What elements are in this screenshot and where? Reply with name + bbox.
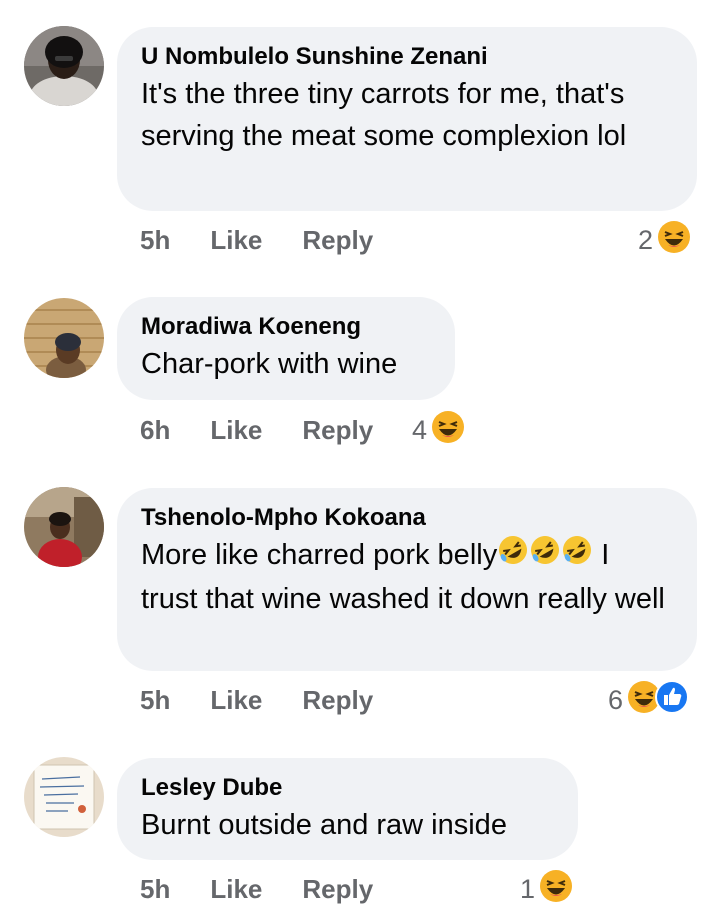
reaction-summary[interactable]: 6 (608, 679, 690, 721)
comment-actions: 5h Like Reply (140, 680, 373, 720)
comment-actions: 5h Like Reply (140, 220, 373, 260)
reaction-count: 1 (520, 873, 536, 904)
comment-text: Burnt outside and raw inside (141, 809, 507, 841)
like-icon (655, 679, 690, 721)
haha-icon (431, 410, 465, 451)
timestamp[interactable]: 5h (140, 874, 170, 905)
like-button[interactable]: Like (210, 685, 262, 716)
comment-bubble[interactable]: Moradiwa Koeneng Char-pork with wine (117, 297, 455, 400)
comment-bubble[interactable]: Lesley Dube Burnt outside and raw inside (117, 758, 578, 860)
avatar[interactable] (24, 298, 104, 378)
like-button[interactable]: Like (210, 225, 262, 256)
comment-actions: 6h Like Reply (140, 410, 373, 450)
reaction-count: 6 (608, 684, 624, 715)
reaction-summary[interactable]: 1 (520, 869, 573, 909)
reply-button[interactable]: Reply (302, 685, 373, 716)
comment-author[interactable]: Lesley Dube (141, 773, 552, 803)
comment-bubble[interactable]: U Nombulelo Sunshine Zenani It's the thr… (117, 27, 697, 211)
reaction-summary[interactable]: 4 (412, 410, 465, 450)
reply-button[interactable]: Reply (302, 874, 373, 905)
avatar[interactable] (24, 757, 104, 837)
comment-actions: 5h Like Reply (140, 869, 373, 909)
comment-author[interactable]: Tshenolo-Mpho Kokoana (141, 503, 671, 533)
like-button[interactable]: Like (210, 874, 262, 905)
reply-button[interactable]: Reply (302, 225, 373, 256)
reply-button[interactable]: Reply (302, 415, 373, 446)
comment-text: It's the three tiny carrots for me, that… (141, 78, 627, 152)
rofl-emoji-icon (561, 534, 593, 578)
reaction-count: 2 (638, 224, 654, 255)
avatar[interactable] (24, 487, 104, 567)
reaction-count: 4 (412, 414, 428, 445)
comment-text: More like charred pork belly I trust tha… (141, 534, 671, 620)
like-button[interactable]: Like (210, 415, 262, 446)
avatar[interactable] (24, 26, 104, 106)
timestamp[interactable]: 5h (140, 685, 170, 716)
timestamp[interactable]: 5h (140, 225, 170, 256)
comment-author[interactable]: Moradiwa Koeneng (141, 312, 429, 342)
reaction-summary[interactable]: 2 (638, 220, 691, 260)
timestamp[interactable]: 6h (140, 415, 170, 446)
rofl-emoji-icon (497, 534, 529, 578)
comment-bubble[interactable]: Tshenolo-Mpho Kokoana More like charred … (117, 488, 697, 671)
comment-text: Char-pork with wine (141, 348, 398, 380)
comment-author[interactable]: U Nombulelo Sunshine Zenani (141, 42, 671, 72)
haha-icon (657, 220, 691, 261)
haha-icon (539, 869, 573, 910)
comment-text-part: More like charred pork belly (141, 539, 498, 571)
rofl-emoji-icon (529, 534, 561, 578)
